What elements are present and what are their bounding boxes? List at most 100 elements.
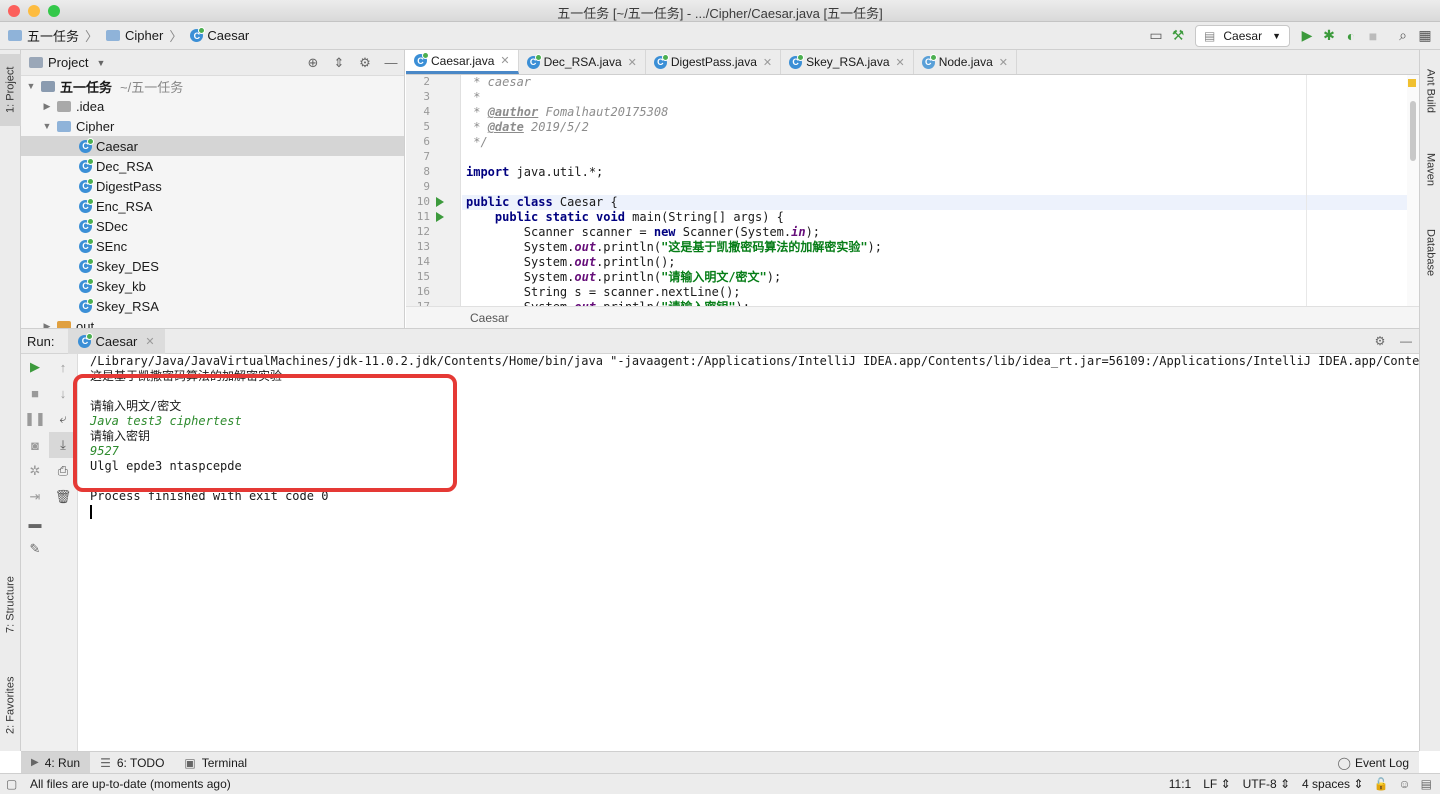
- close-tab-icon[interactable]: ✕: [896, 56, 905, 69]
- folder-icon: [106, 30, 121, 41]
- expanded-arrow-icon[interactable]: ▼: [25, 81, 37, 91]
- line-separator-select[interactable]: LF ⇕: [1203, 777, 1230, 791]
- tree-item-label: DigestPass: [96, 178, 162, 194]
- run-main-gutter-icon[interactable]: [436, 212, 444, 222]
- close-tab-icon[interactable]: ✕: [500, 54, 509, 67]
- search-icon[interactable]: ⌕: [1392, 25, 1414, 47]
- close-tab-icon[interactable]: ✕: [999, 56, 1008, 69]
- breadcrumb-cipher[interactable]: Cipher 〉: [106, 26, 182, 45]
- tree-item-cipher[interactable]: ▼ Cipher: [21, 116, 404, 136]
- collapsed-arrow-icon[interactable]: ▶: [41, 101, 53, 112]
- tree-item-class-dec-rsa[interactable]: C Dec_RSA: [21, 156, 404, 176]
- tree-item-root[interactable]: ▼ 五一任务 ~/五一任务: [21, 76, 404, 96]
- breadcrumb-caesar[interactable]: C Caesar: [190, 27, 249, 43]
- tab-node-java[interactable]: C Node.java ✕: [914, 50, 1017, 74]
- expanded-arrow-icon[interactable]: ▼: [41, 121, 53, 131]
- tree-item-class-senc[interactable]: C SEnc: [21, 236, 404, 256]
- project-view-select[interactable]: Project: [48, 55, 88, 70]
- run-tab-caesar[interactable]: C Caesar ✕: [68, 328, 165, 354]
- close-tab-icon[interactable]: ✕: [763, 56, 772, 69]
- tool-tab-maven[interactable]: Maven: [1420, 140, 1440, 200]
- gear-icon[interactable]: ⚙: [352, 55, 378, 71]
- tree-item-class-digestpass[interactable]: C DigestPass: [21, 176, 404, 196]
- tree-item-label: .idea: [76, 98, 105, 114]
- tab-terminal[interactable]: ▣ Terminal: [174, 752, 257, 774]
- tab-skey-rsa-java[interactable]: C Skey_RSA.java ✕: [781, 50, 914, 74]
- tree-item-class-enc-rsa[interactable]: C Enc_RSA: [21, 196, 404, 216]
- tool-tab-ant-build[interactable]: Ant Build: [1420, 56, 1440, 126]
- event-indicator-icon[interactable]: ▤: [1421, 777, 1432, 791]
- hide-panel-icon[interactable]: —: [378, 55, 404, 70]
- tab-event-log[interactable]: ◯ Event Log: [1328, 752, 1419, 774]
- tab-todo[interactable]: ☰ 6: TODO: [90, 752, 174, 774]
- tool-tab-project[interactable]: 1: Project: [0, 54, 21, 126]
- tree-item-label: Cipher: [76, 118, 115, 134]
- scroll-up-icon[interactable]: ↑: [49, 354, 77, 380]
- line-number: 10: [406, 195, 460, 210]
- tab-digestpass-java[interactable]: C DigestPass.java ✕: [646, 50, 782, 74]
- console-line-command: /Library/Java/JavaVirtualMachines/jdk-11…: [90, 354, 1419, 368]
- tree-item-class-sdec[interactable]: C SDec: [21, 216, 404, 236]
- hide-panel-icon[interactable]: —: [1393, 334, 1419, 348]
- tree-item-idea[interactable]: ▶ .idea: [21, 96, 404, 116]
- exit-icon[interactable]: ⇥: [21, 484, 49, 510]
- run-class-gutter-icon[interactable]: [436, 197, 444, 207]
- run-icon[interactable]: ▶: [1296, 25, 1318, 47]
- tab-run[interactable]: ▶ 4: Run: [21, 751, 91, 774]
- lock-icon[interactable]: 🔓: [1373, 777, 1388, 791]
- tool-tab-structure[interactable]: 7: Structure: [0, 560, 21, 650]
- breadcrumb-project[interactable]: 五一任务 〉: [8, 26, 98, 45]
- build-hammer-icon[interactable]: ⚒: [1167, 25, 1189, 47]
- tree-item-class-skey-kb[interactable]: C Skey_kb: [21, 276, 404, 296]
- tree-item-class-skey-rsa[interactable]: C Skey_RSA: [21, 296, 404, 316]
- gear-icon[interactable]: ⚙: [1367, 334, 1393, 348]
- code-line: *: [466, 90, 481, 104]
- editor-scrollbar[interactable]: [1407, 75, 1419, 306]
- stop-icon[interactable]: ■: [21, 380, 49, 406]
- encoding-select[interactable]: UTF-8 ⇕: [1243, 777, 1290, 791]
- tool-tab-database[interactable]: Database: [1420, 215, 1440, 290]
- layout-icon[interactable]: ▬: [21, 510, 49, 536]
- close-tab-icon[interactable]: ✕: [145, 335, 154, 348]
- settings-restore-icon[interactable]: ✲: [21, 458, 49, 484]
- line-number: 11: [406, 210, 460, 225]
- tool-tab-label: 1: Project: [4, 66, 17, 114]
- tab-caesar-java[interactable]: C Caesar.java ✕: [406, 50, 519, 74]
- trash-icon[interactable]: 🗑: [49, 484, 77, 510]
- console-caret[interactable]: [79, 504, 1419, 519]
- scroll-thumb[interactable]: [1410, 101, 1416, 161]
- editor-breadcrumb[interactable]: Caesar: [406, 306, 1419, 328]
- dropdown-arrow-icon[interactable]: ▼: [96, 58, 105, 68]
- run-panel-label: Run:: [27, 333, 55, 349]
- tool-tab-favorites[interactable]: 2: Favorites: [0, 660, 21, 750]
- run-with-coverage-icon[interactable]: ◐: [1340, 25, 1362, 47]
- close-tab-icon[interactable]: ✕: [628, 56, 637, 69]
- line-number: 15: [416, 270, 430, 283]
- run-config-select[interactable]: ▤ Caesar ▼: [1195, 24, 1290, 47]
- caret-position[interactable]: 11:1: [1169, 777, 1191, 791]
- pause-icon[interactable]: ❚❚: [21, 406, 49, 432]
- tool-window-toggle-icon[interactable]: ▢: [6, 777, 20, 791]
- tree-item-class-skey-des[interactable]: C Skey_DES: [21, 256, 404, 276]
- stop-icon[interactable]: ■: [1362, 25, 1384, 47]
- indent-select[interactable]: 4 spaces ⇕: [1302, 777, 1363, 791]
- warning-indicator-icon[interactable]: [1408, 79, 1416, 87]
- project-tool-window: Project ▼ ⊕ ⇕ ⚙ — ▼ 五一任务 ~/五一任务 ▶ .idea …: [21, 50, 405, 328]
- pin-icon[interactable]: ✎: [21, 536, 49, 562]
- debug-bug-icon[interactable]: ✱: [1318, 25, 1340, 47]
- run-tab-label: Caesar: [95, 333, 138, 349]
- project-settings-icon[interactable]: ▦: [1414, 25, 1436, 47]
- locate-target-icon[interactable]: ⊕: [300, 55, 326, 71]
- inspector-icon[interactable]: ☺: [1398, 777, 1410, 791]
- project-structure-icon[interactable]: ▭: [1145, 25, 1167, 47]
- camera-dump-icon[interactable]: ◙: [21, 432, 49, 458]
- code-editor[interactable]: * caesar * * @author Fomalhaut20175308 *…: [462, 75, 1407, 306]
- rerun-icon[interactable]: ▶: [21, 354, 49, 380]
- collapse-all-icon[interactable]: ⇕: [326, 55, 352, 71]
- tree-item-out[interactable]: ▶ out: [21, 316, 404, 328]
- tree-item-class-caesar[interactable]: C Caesar: [21, 136, 404, 156]
- tab-dec-rsa-java[interactable]: C Dec_RSA.java ✕: [519, 50, 646, 74]
- code-line: * @date 2019/5/2: [466, 120, 589, 134]
- collapsed-arrow-icon[interactable]: ▶: [41, 321, 53, 329]
